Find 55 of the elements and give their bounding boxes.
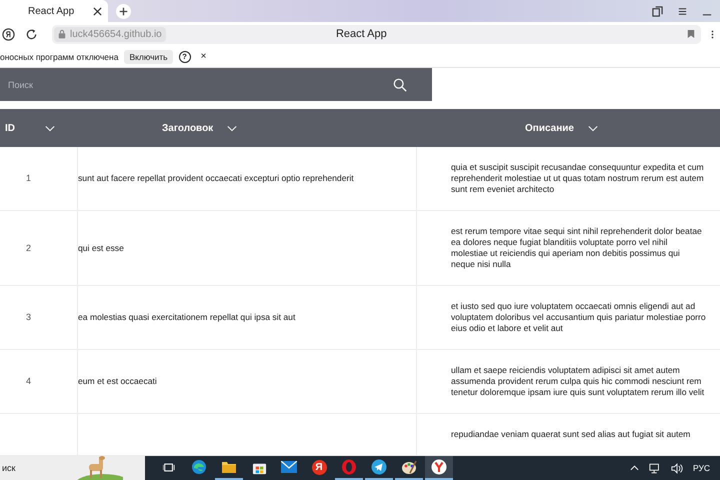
browser-tab[interactable]: React App xyxy=(0,0,108,22)
table-cell: 4 xyxy=(26,376,31,387)
search-text: иск xyxy=(2,463,16,473)
taskbar-search-field[interactable]: иск xyxy=(0,456,145,480)
folder-icon[interactable] xyxy=(221,460,237,474)
task-view-icon[interactable] xyxy=(163,462,175,472)
new-tab-icon[interactable] xyxy=(116,4,131,18)
network-icon[interactable] xyxy=(648,462,661,474)
infobar-message: оносных программ отключена xyxy=(0,52,118,62)
column-header[interactable]: Описание xyxy=(525,122,574,134)
table-cell-text: ullam et saepe reiciendis voluptatem adipisci sit amet autem assumenda provident rerum culpa quis hic commodi nesciunt rem tenetur doloremque ipsam iure quis sunt voluptatem rerum illo velit xyxy=(451,365,706,398)
chevron-down-icon[interactable] xyxy=(227,124,238,132)
close-button[interactable]: × xyxy=(200,51,206,62)
mail-icon[interactable] xyxy=(281,461,297,473)
bookmark-icon[interactable] xyxy=(687,29,695,39)
edge-icon[interactable] xyxy=(191,459,207,475)
column-header[interactable]: Заголовок xyxy=(162,122,214,134)
more-icon[interactable] xyxy=(711,28,714,40)
search-icon[interactable] xyxy=(393,78,407,92)
opera-icon[interactable] xyxy=(341,459,357,475)
table-cell: eum et est occaecati xyxy=(78,376,157,387)
palette-icon[interactable] xyxy=(401,459,417,475)
lock-icon xyxy=(58,29,66,39)
table-cell: et iusto sed quo iure voluptatem occaecati omnis eligendi aut ad voluptatem doloribus vel accusantium quis pariatur molestiae porro eius odio et labore et velit aut xyxy=(451,301,706,334)
language-indicator[interactable]: РУС xyxy=(692,463,710,473)
search-field[interactable]: Поиск xyxy=(0,68,432,101)
collections-icon[interactable] xyxy=(652,6,663,16)
table-cell: 2 xyxy=(26,242,31,254)
table-cell: sunt aut facere repellat provident occaecati excepturi optio reprehenderit xyxy=(78,173,354,184)
table-cell: repudiandae veniam quaerat sunt sed alias aut fugiat sit autem xyxy=(451,429,690,440)
table-cell: 3 xyxy=(26,312,31,323)
table-cell: ea molestias quasi exercitationem repellat qui ipsa sit aut xyxy=(78,312,296,323)
telegram-icon[interactable] xyxy=(371,459,387,475)
reload-icon[interactable] xyxy=(25,28,38,40)
chevron-up-icon[interactable] xyxy=(630,465,639,471)
enable-button[interactable]: Включить xyxy=(124,50,173,64)
page-title: React App xyxy=(334,28,388,40)
chevron-down-icon[interactable] xyxy=(45,124,55,132)
taskbar-button[interactable] xyxy=(425,456,453,480)
table-cell: qui est esse xyxy=(78,242,124,254)
menu-icon[interactable] xyxy=(677,6,688,16)
chevron-down-icon[interactable] xyxy=(588,124,598,132)
table-cell-text: est rerum tempore vitae sequi sint nihil reprehenderit dolor beatae ea dolores neque fugiat blanditiis voluptate porro vel nihil molestiae ut reiciendis qui aperiam non debitis possimus qui neque nisi nulla xyxy=(451,226,703,270)
address-bar[interactable]: luck456654.github.io React App xyxy=(52,24,701,44)
column-header[interactable]: ID xyxy=(5,122,15,134)
yandex-app-icon[interactable]: Я xyxy=(312,460,326,474)
taskbar-button[interactable]: Я xyxy=(305,456,333,480)
tab-title: React App xyxy=(28,6,74,16)
url-text: luck456654.github.io xyxy=(70,28,162,40)
browser-icon[interactable] xyxy=(431,459,447,475)
table-cell-text: quia et suscipit suscipit recusandae consequuntur expedita et cum reprehenderit molestiae ut ut quas totam nostrum rerum est autem sunt rem eveniet architecto xyxy=(451,162,705,195)
close-icon[interactable] xyxy=(93,6,102,16)
table-cell: 1 xyxy=(26,173,31,184)
speaker-icon[interactable] xyxy=(670,462,683,474)
browser-logo-icon[interactable] xyxy=(2,28,15,40)
